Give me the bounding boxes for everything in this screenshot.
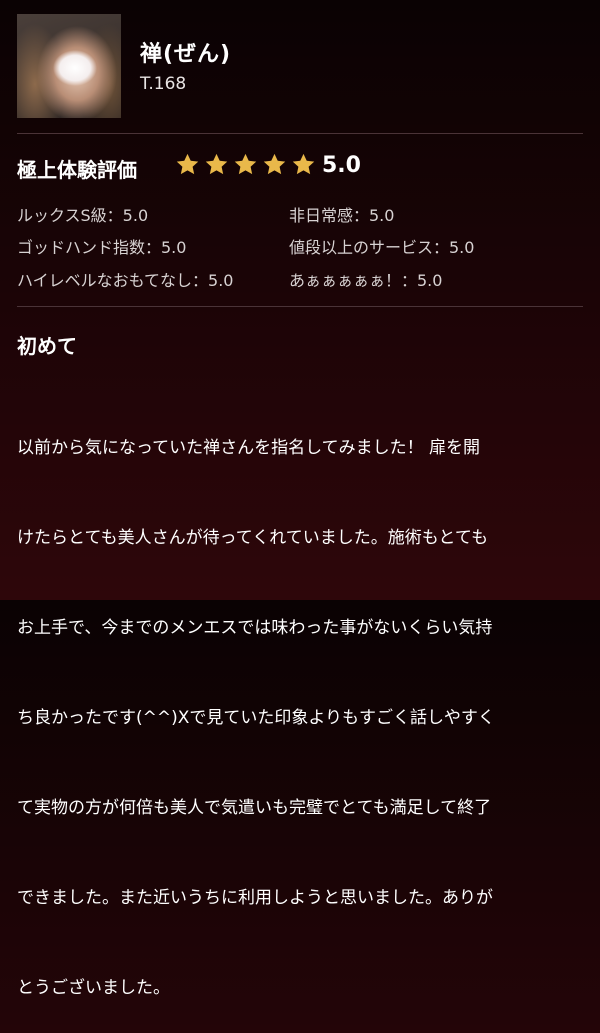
review-line: 以前から気になっていた禅さんを指名してみました！ 扉を開 [17, 438, 481, 458]
rating-score: 5.0 [322, 153, 361, 178]
review-line: できました。また近いうちに利用しようと思いました。ありが [17, 888, 493, 908]
divider [17, 133, 583, 134]
rating-title: 極上体験評価 [17, 158, 137, 182]
review-line: お上手で、今までのメンエスでは味わった事がないくらい気持 [17, 618, 493, 638]
star-icon [233, 152, 258, 177]
review-line: けたらとても美人さんが待ってくれていました。施術もとても [17, 528, 489, 548]
star-icon [175, 152, 200, 177]
divider [17, 306, 583, 307]
rating-item-godhand: ゴッドハンド指数：5.0 [17, 238, 187, 257]
review-line: て実物の方が何倍も美人で気遣いも完璧でとても満足して終了 [17, 798, 492, 818]
rating-item-value: 値段以上のサービス：5.0 [289, 238, 475, 257]
star-icon [262, 152, 287, 177]
avatar[interactable] [17, 14, 121, 118]
therapist-height: T.168 [140, 74, 187, 94]
rating-item-looks: ルックスS級：5.0 [17, 206, 149, 225]
therapist-name: 禅(ぜん) [140, 42, 232, 67]
star-icon [204, 152, 229, 177]
star-rating [175, 152, 316, 177]
star-icon [291, 152, 316, 177]
review-body: 以前から気になっていた禅さんを指名してみました！ 扉を開 けたらとても美人さんが… [17, 373, 592, 1033]
review-title: 初めて [17, 334, 77, 358]
review-line: とうございました。 [17, 978, 170, 998]
rating-item-hospitality: ハイレベルなおもてなし：5.0 [17, 271, 234, 290]
rating-item-extraordinary: 非日常感：5.0 [289, 206, 395, 225]
profile-header: 禅(ぜん) T.168 [17, 14, 583, 118]
review-line: ち良かったです(^^)Xで見ていた印象よりもすごく話しやすく [17, 708, 495, 728]
rating-item-aaa: あぁぁぁぁぁ！：5.0 [289, 271, 443, 290]
